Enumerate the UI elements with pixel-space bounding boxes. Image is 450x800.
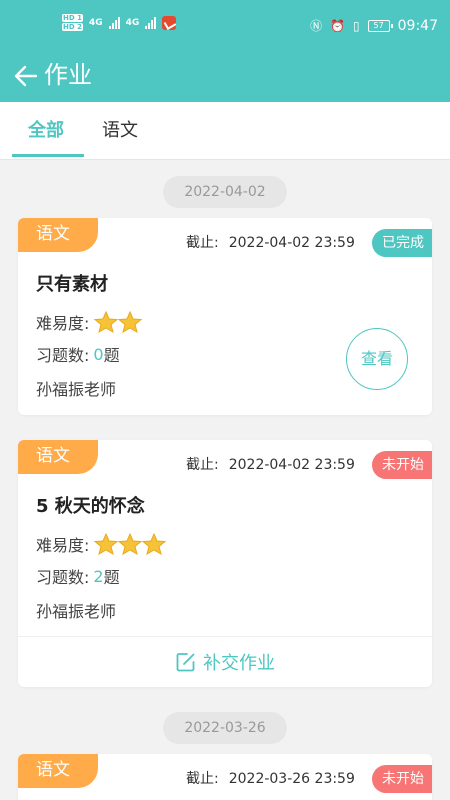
- difficulty-stars: [93, 311, 143, 333]
- question-unit: 题: [103, 346, 120, 365]
- status-badge: 已完成: [372, 229, 432, 257]
- date-header: 2022-03-26: [163, 712, 287, 744]
- clock: 09:47: [397, 17, 438, 34]
- question-count-label: 习题数:: [36, 568, 90, 587]
- date-header: 2022-04-02: [163, 176, 287, 208]
- battery-icon: 57: [367, 19, 393, 32]
- back-button[interactable]: [12, 62, 40, 90]
- tab-chinese[interactable]: 语文: [102, 118, 138, 144]
- difficulty-label: 难易度:: [36, 314, 90, 333]
- difficulty-label: 难易度:: [36, 536, 90, 555]
- deadline-label: 截止:: [186, 457, 219, 473]
- resubmit-label: 补交作业: [203, 653, 275, 674]
- homework-card[interactable]: 语文 截止: 2022-04-02 23:59 已完成 只有素材 难易度: 习题数…: [18, 218, 432, 415]
- difficulty-stars: [93, 533, 167, 555]
- deadline-label: 截止:: [186, 771, 219, 787]
- vibrate-icon: ▯: [353, 18, 360, 33]
- deadline: 截止: 2022-04-02 23:59: [186, 232, 355, 252]
- star-icon: [118, 311, 143, 333]
- homework-title: 只有素材: [36, 274, 108, 295]
- hd2-label: HD 2: [62, 23, 83, 31]
- status-left: HD 1 HD 2 4G 4G: [62, 14, 177, 31]
- resubmit-button[interactable]: 补交作业: [18, 637, 432, 687]
- tab-all[interactable]: 全部: [28, 118, 64, 144]
- signal-icon-1: [108, 16, 120, 29]
- status-badge: 未开始: [372, 451, 432, 479]
- question-count-value: 2: [93, 566, 104, 586]
- alarm-icon: ⏰: [330, 18, 346, 33]
- star-icon: [94, 311, 119, 333]
- difficulty-row: 难易度:: [36, 310, 143, 334]
- hd1-label: HD 1: [62, 14, 83, 22]
- teacher-name: 孙福振老师: [36, 380, 117, 399]
- status-right: Ⓝ ⏰ ▯ 57 09:47: [310, 17, 438, 34]
- deadline-label: 截止:: [186, 235, 219, 251]
- question-unit: 题: [103, 568, 120, 587]
- status-bar: HD 1 HD 2 4G 4G Ⓝ ⏰ ▯ 57 09:47: [0, 0, 450, 52]
- arrow-left-icon: [14, 65, 38, 87]
- star-icon: [94, 533, 119, 555]
- hd-indicator: HD 1 HD 2: [62, 14, 83, 31]
- view-button[interactable]: 查看: [346, 328, 408, 390]
- homework-title: 5 秋天的怀念: [36, 496, 145, 517]
- deadline: 截止: 2022-04-02 23:59: [186, 454, 355, 474]
- signal-icon-2: [145, 16, 157, 29]
- tab-bar: 全部 语文: [0, 102, 450, 160]
- subject-tag: 语文: [18, 218, 98, 252]
- homework-card[interactable]: 语文 截止: 2022-04-02 23:59 未开始 5 秋天的怀念 难易度: …: [18, 440, 432, 687]
- deadline-value: 2022-03-26 23:59: [228, 771, 355, 787]
- star-icon: [142, 533, 167, 555]
- question-count-row: 习题数: 0 题: [36, 342, 120, 366]
- question-count-row: 习题数: 2 题: [36, 564, 120, 588]
- tab-active-indicator: [12, 154, 84, 157]
- page-title: 作业: [44, 61, 92, 89]
- teacher-name: 孙福振老师: [36, 602, 117, 621]
- app-notification-icon: [162, 15, 177, 30]
- homework-card[interactable]: 语文 截止: 2022-03-26 23:59 未开始: [18, 754, 432, 800]
- net-type-label-2: 4G: [125, 17, 140, 28]
- subject-tag: 语文: [18, 440, 98, 474]
- edit-icon: [176, 653, 195, 672]
- net-type-label-1: 4G: [88, 17, 103, 28]
- difficulty-row: 难易度:: [36, 532, 167, 556]
- status-badge: 未开始: [372, 765, 432, 793]
- question-count-label: 习题数:: [36, 346, 90, 365]
- question-count-value: 0: [93, 344, 104, 364]
- nfc-icon: Ⓝ: [310, 19, 323, 33]
- subject-tag: 语文: [18, 754, 98, 788]
- app-bar: 作业: [0, 52, 450, 102]
- deadline-value: 2022-04-02 23:59: [228, 457, 355, 473]
- deadline: 截止: 2022-03-26 23:59: [186, 768, 355, 788]
- deadline-value: 2022-04-02 23:59: [228, 235, 355, 251]
- star-icon: [118, 533, 143, 555]
